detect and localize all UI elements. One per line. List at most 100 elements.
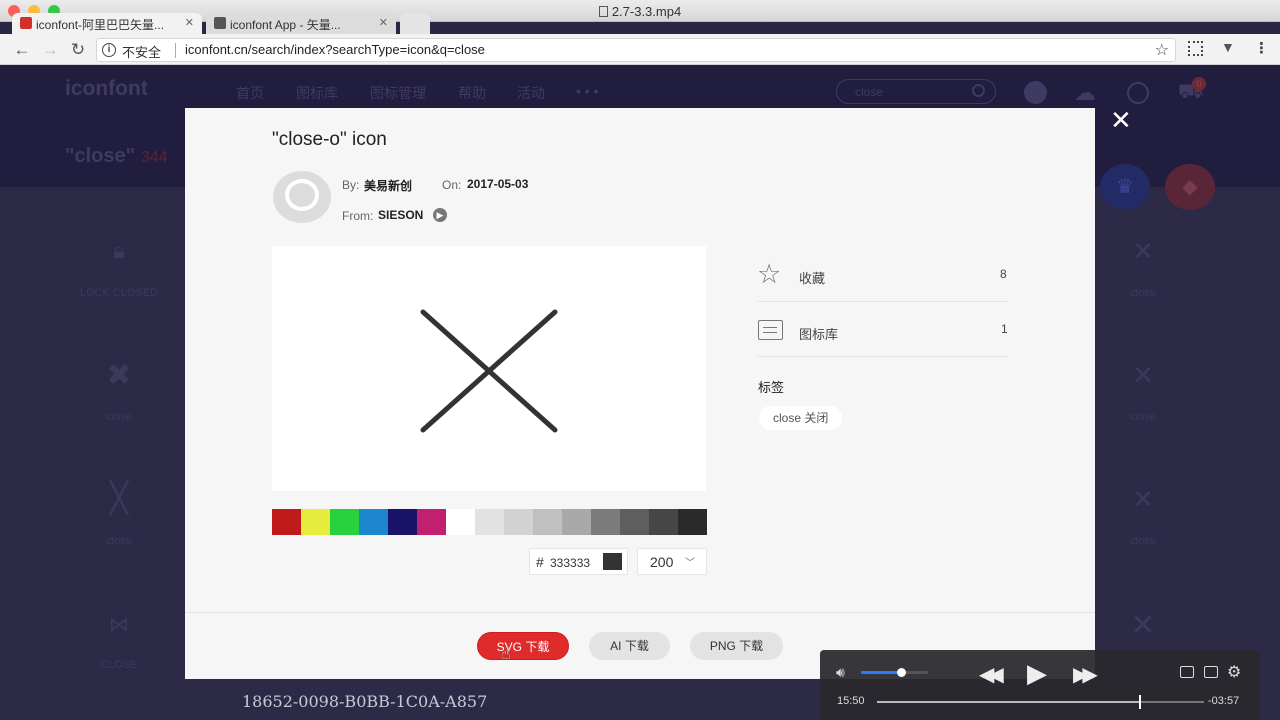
color-swatch[interactable] bbox=[562, 509, 591, 535]
bookmark-star-icon[interactable]: ☆ bbox=[1155, 40, 1169, 60]
star-icon[interactable]: ☆ bbox=[757, 261, 781, 288]
playhead-handle[interactable] bbox=[1138, 695, 1141, 709]
close-icon[interactable]: ✕ bbox=[1093, 484, 1193, 515]
modal-close-icon[interactable]: ✕ bbox=[1110, 107, 1132, 133]
qr-code-icon[interactable] bbox=[1188, 41, 1203, 56]
source-name[interactable]: SIESON bbox=[378, 208, 423, 222]
file-icon bbox=[598, 6, 608, 17]
nav-icon-library[interactable]: 图标库 bbox=[296, 83, 338, 103]
reload-icon[interactable]: ↻ bbox=[68, 40, 88, 60]
search-heading: "close" bbox=[65, 145, 136, 167]
color-swatch[interactable] bbox=[301, 509, 330, 535]
forward-arrow-icon[interactable]: → bbox=[40, 40, 60, 60]
color-swatch[interactable] bbox=[678, 509, 707, 535]
color-preview-swatch[interactable] bbox=[603, 553, 622, 570]
lock-icon[interactable]: 🔒︎ bbox=[69, 238, 169, 264]
browser-menu-icon[interactable]: ⋮ bbox=[1254, 39, 1269, 57]
favorite-label[interactable]: 收藏 bbox=[799, 268, 825, 287]
window-title-text: 2.7-3.3.mp4 bbox=[611, 4, 682, 19]
color-swatch[interactable] bbox=[272, 509, 301, 535]
modal-footer-divider bbox=[185, 612, 1095, 613]
nav-home[interactable]: 首页 bbox=[236, 83, 264, 103]
picture-in-picture-icon[interactable] bbox=[1180, 666, 1194, 678]
url-text[interactable]: iconfont.cn/search/index?searchType=icon… bbox=[185, 42, 485, 57]
icon-card-label: close bbox=[1130, 411, 1156, 423]
by-label: By: bbox=[342, 178, 360, 192]
info-icon: i bbox=[102, 43, 116, 57]
arrow-right-circle-icon[interactable]: ▶ bbox=[433, 208, 447, 222]
site-search-text: close bbox=[855, 85, 884, 99]
library-line bbox=[763, 327, 777, 328]
tab-iconfont-app[interactable]: iconfont App - 矢量... ✕ bbox=[206, 13, 396, 34]
tab-iconfont[interactable]: iconfont-阿里巴巴矢量... ✕ bbox=[12, 13, 202, 34]
chevron-down-icon: ﹀ bbox=[685, 558, 695, 569]
volume-slider[interactable] bbox=[861, 668, 928, 677]
on-label: On: bbox=[442, 178, 462, 192]
color-input[interactable]: # 333333 bbox=[529, 548, 628, 575]
astronaut-icon bbox=[285, 179, 319, 211]
extension-v-icon[interactable]: ▼ bbox=[1221, 39, 1235, 55]
nav-icon-management[interactable]: 图标管理 bbox=[370, 83, 426, 103]
color-swatch[interactable] bbox=[620, 509, 649, 535]
language-icon[interactable] bbox=[1127, 82, 1149, 104]
size-select[interactable]: 200 ﹀ bbox=[637, 548, 707, 575]
tab-close-icon[interactable]: ✕ bbox=[185, 16, 194, 29]
nav-help[interactable]: 帮助 bbox=[458, 83, 486, 103]
color-swatch[interactable] bbox=[330, 509, 359, 535]
paint-bucket-button[interactable]: ◆ bbox=[1165, 164, 1215, 210]
subtitles-icon[interactable] bbox=[1204, 666, 1218, 678]
icon-card-label: CLOSE bbox=[100, 659, 138, 671]
icon-preview bbox=[272, 246, 706, 491]
color-hex-value[interactable]: 333333 bbox=[550, 556, 590, 570]
color-swatch[interactable] bbox=[475, 509, 504, 535]
close-icon[interactable]: ✕ bbox=[1093, 236, 1193, 267]
avatar-icon[interactable] bbox=[1024, 81, 1047, 104]
close-icon[interactable]: ✕ bbox=[1093, 360, 1193, 391]
color-swatch[interactable] bbox=[504, 509, 533, 535]
library-icon[interactable] bbox=[758, 320, 783, 340]
close-bold-icon[interactable]: ✖ bbox=[69, 358, 169, 393]
color-swatch[interactable] bbox=[388, 509, 417, 535]
nav-activity[interactable]: 活动 bbox=[517, 83, 545, 103]
color-swatch[interactable] bbox=[533, 509, 562, 535]
volume-icon[interactable]: 🔊︎ bbox=[836, 664, 845, 681]
close-icon[interactable]: ✕ bbox=[1093, 608, 1193, 643]
size-value: 200 bbox=[650, 554, 674, 570]
icon-library-count: 1 bbox=[1001, 322, 1008, 336]
bowtie-close-icon[interactable]: ⋈ bbox=[69, 612, 169, 637]
search-icon[interactable] bbox=[972, 84, 985, 97]
address-bar[interactable]: i 不安全 iconfont.cn/search/index?searchTyp… bbox=[96, 38, 1176, 62]
volume-knob[interactable] bbox=[897, 668, 907, 677]
color-swatch[interactable] bbox=[649, 509, 678, 535]
color-swatch[interactable] bbox=[591, 509, 620, 535]
color-swatch[interactable] bbox=[359, 509, 388, 535]
close-o-preview-icon bbox=[420, 309, 558, 433]
play-icon[interactable]: ▶ bbox=[1027, 658, 1047, 689]
tab-close-icon[interactable]: ✕ bbox=[379, 16, 388, 29]
site-search-box[interactable]: close bbox=[836, 79, 996, 104]
svg-download-button[interactable]: SVG 下载 bbox=[477, 632, 569, 660]
tag-chip[interactable]: close 关闭 bbox=[759, 406, 843, 430]
video-player-controls: 🔊︎ ◀◀ ▶ ▶▶ ⚙ 15:50 -03:57 bbox=[820, 650, 1260, 720]
upload-date: 2017-05-03 bbox=[467, 177, 529, 191]
rewind-icon[interactable]: ◀◀ bbox=[979, 662, 1004, 687]
new-tab-button[interactable] bbox=[400, 13, 430, 34]
crown-button[interactable]: ♛ bbox=[1100, 164, 1150, 210]
color-swatch[interactable] bbox=[417, 509, 446, 535]
fast-forward-icon[interactable]: ▶▶ bbox=[1073, 662, 1098, 687]
site-logo[interactable]: iconfont bbox=[65, 77, 148, 101]
nav-more[interactable]: • • • bbox=[576, 83, 598, 99]
color-swatch[interactable] bbox=[446, 509, 475, 535]
icon-card-label: LOCK CLOSED bbox=[79, 287, 159, 299]
settings-gear-icon[interactable]: ⚙ bbox=[1227, 662, 1241, 682]
author-avatar bbox=[273, 171, 331, 223]
author-name[interactable]: 美易新创 bbox=[364, 177, 412, 194]
back-arrow-icon[interactable]: ← bbox=[12, 40, 32, 60]
close-thin-icon[interactable]: ╳ bbox=[69, 481, 169, 516]
icon-library-label[interactable]: 图标库 bbox=[799, 324, 838, 343]
ai-download-button[interactable]: AI 下载 bbox=[589, 632, 670, 660]
scrubber-bar[interactable] bbox=[877, 695, 1204, 709]
upload-cloud-icon[interactable]: ☁ bbox=[1074, 80, 1096, 106]
result-count: 344 bbox=[141, 149, 168, 166]
png-download-button[interactable]: PNG 下载 bbox=[690, 632, 783, 660]
